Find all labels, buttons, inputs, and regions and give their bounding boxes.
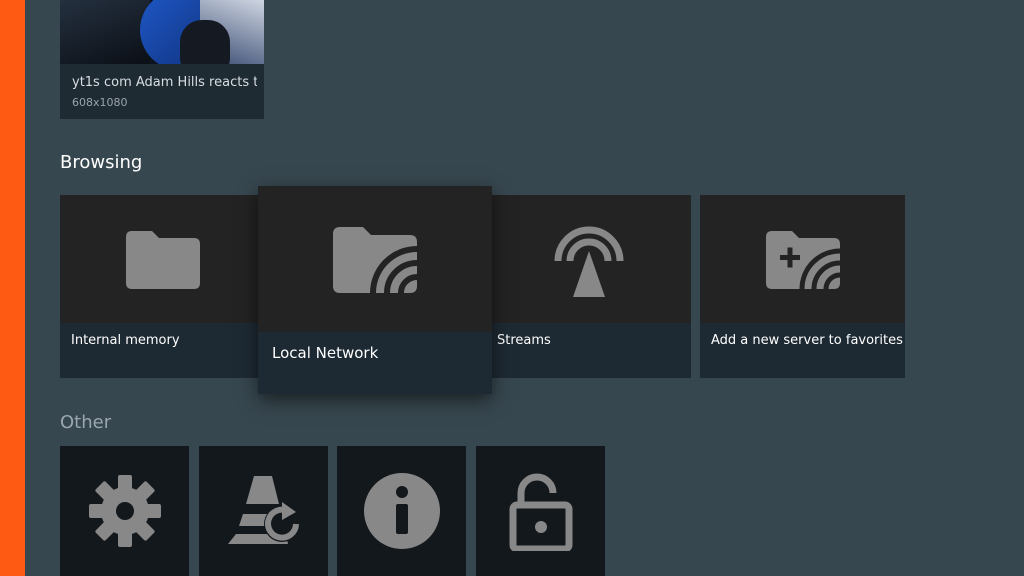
- about-tile[interactable]: [337, 446, 466, 576]
- browse-label: Add a new server to favorites: [711, 333, 903, 348]
- gear-icon: [88, 475, 161, 547]
- folder-icon: [125, 231, 200, 289]
- section-title-other: Other: [60, 412, 112, 433]
- media-resolution: 608x1080: [72, 96, 128, 109]
- browse-label: Local Network: [272, 344, 379, 362]
- browse-local-network[interactable]: Local Network: [258, 186, 492, 394]
- antenna-icon: [554, 226, 623, 297]
- settings-tile[interactable]: [60, 446, 189, 576]
- network-folder-icon: [333, 227, 417, 293]
- unlock-tile[interactable]: [476, 446, 605, 576]
- media-title: yt1s com Adam Hills reacts to: [72, 75, 257, 90]
- browse-add-server[interactable]: Add a new server to favorites: [700, 195, 905, 378]
- info-icon: [363, 473, 440, 549]
- browse-label: Internal memory: [71, 333, 180, 348]
- accent-bar: [0, 0, 25, 576]
- vlc-refresh-icon: [227, 476, 300, 544]
- media-thumbnail: [60, 0, 264, 64]
- browse-streams[interactable]: Streams: [486, 195, 691, 378]
- browse-label: Streams: [497, 333, 551, 348]
- add-network-folder-icon: [765, 231, 840, 289]
- media-card[interactable]: yt1s com Adam Hills reacts to 608x1080 ✓: [60, 0, 264, 119]
- section-title-browsing: Browsing: [60, 152, 143, 173]
- browse-internal-memory[interactable]: Internal memory: [60, 195, 265, 378]
- unlock-icon: [509, 473, 572, 551]
- vlc-refresh-tile[interactable]: [199, 446, 328, 576]
